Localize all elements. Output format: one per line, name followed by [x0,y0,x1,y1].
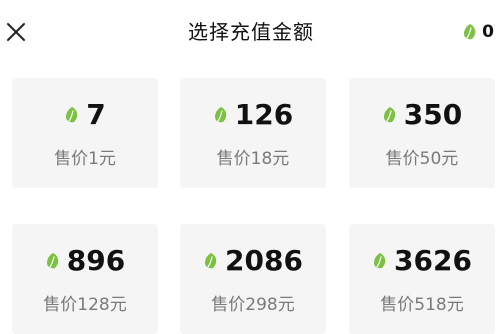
option-amount: 126 [234,98,294,131]
option-price: 售价518元 [380,295,464,315]
option-price: 售价50元 [385,149,459,169]
recharge-options-grid: 7 售价1元 126 售价18元 350 售价50元 896 售价128元 20… [0,0,502,334]
leaf-coin-icon [214,107,226,123]
option-amount: 350 [403,98,463,131]
option-amount: 7 [86,98,106,131]
option-price: 售价128元 [43,295,127,315]
option-price: 售价298元 [211,295,295,315]
option-price: 售价1元 [54,149,116,169]
recharge-option-4[interactable]: 896 售价128元 [12,224,158,334]
recharge-option-5[interactable]: 2086 售价298元 [180,224,326,334]
recharge-option-3[interactable]: 350 售价50元 [349,78,495,188]
option-amount: 896 [66,244,126,277]
recharge-option-6[interactable]: 3626 售价518元 [349,224,495,334]
leaf-coin-icon [383,107,395,123]
leaf-coin-icon [46,253,58,269]
recharge-option-2[interactable]: 126 售价18元 [180,78,326,188]
leaf-coin-icon [374,253,386,269]
option-amount: 3626 [394,244,472,277]
option-price: 售价18元 [216,149,290,169]
recharge-option-1[interactable]: 7 售价1元 [12,78,158,188]
leaf-coin-icon [205,253,217,269]
leaf-coin-icon [66,107,78,123]
option-amount: 2086 [225,244,303,277]
